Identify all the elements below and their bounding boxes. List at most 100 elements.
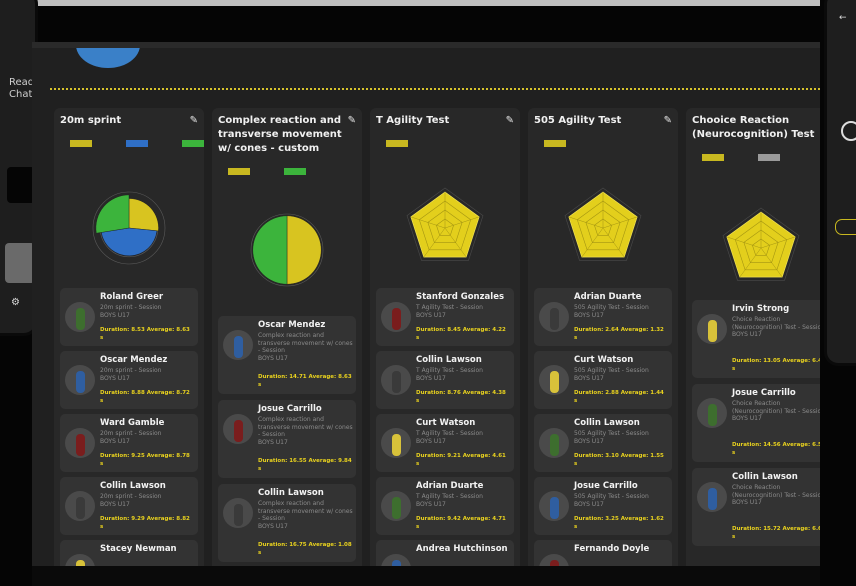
athlete-card[interactable]: Curt Watson T Agility Test - Session BOYS …	[376, 414, 514, 472]
unit-label: s	[574, 524, 578, 530]
athlete-name: Oscar Mendez	[100, 355, 168, 365]
chart-legend	[536, 140, 676, 150]
edit-icon[interactable]: ✎	[190, 115, 198, 126]
team-name: BOYS U17	[732, 331, 762, 338]
session-label: 20m sprint - Session BOYS U17	[100, 367, 196, 382]
athlete-card[interactable]: Stacey Newman	[60, 540, 198, 566]
duration-average: Duration: 15.72 Average: 6.68	[732, 526, 820, 532]
athlete-figure	[76, 497, 85, 519]
athlete-card[interactable]: Collin Lawson Complex reaction and transv…	[218, 484, 356, 562]
session-label: Complex reaction and transverse movement…	[258, 416, 354, 446]
athlete-card[interactable]: Collin Lawson T Agility Test - Session BOY…	[376, 351, 514, 409]
athlete-card[interactable]: Adrian Duarte 505 Agility Test - Session B…	[534, 288, 672, 346]
athlete-card[interactable]: Oscar Mendez 20m sprint - Session BOYS U17…	[60, 351, 198, 409]
athlete-photo	[381, 365, 411, 395]
athlete-card[interactable]: Andrea Hutchinson	[376, 540, 514, 566]
athlete-figure	[392, 497, 401, 519]
session-name: 20m sprint - Session	[100, 493, 162, 500]
chart-legend	[694, 154, 820, 164]
legend-swatch	[228, 168, 250, 175]
team-name: BOYS U17	[416, 311, 446, 319]
athlete-card[interactable]: Adrian Duarte T Agility Test - Session BOY…	[376, 477, 514, 535]
radar-area-green	[252, 215, 288, 285]
athlete-photo	[65, 302, 95, 332]
athlete-name: Collin Lawson	[416, 355, 482, 365]
edit-icon[interactable]: ✎	[348, 115, 356, 126]
session-label: 20m sprint - Session BOYS U17	[100, 304, 196, 319]
team-name: BOYS U17	[100, 437, 130, 445]
session-label: Choice Reaction (Neurocognition) Test - …	[732, 316, 820, 339]
session-name: Choice Reaction (Neurocognition) Test - …	[732, 316, 820, 331]
team-name: BOYS U17	[416, 500, 446, 508]
athlete-photo	[697, 314, 727, 344]
edit-icon[interactable]: ✎	[664, 115, 672, 126]
athlete-figure	[708, 320, 717, 342]
athlete-card[interactable]: Oscar Mendez Complex reaction and transve…	[218, 316, 356, 394]
athlete-card[interactable]: Stanford Gonzales T Agility Test - Sessio…	[376, 288, 514, 346]
athlete-card[interactable]: Collin Lawson 20m sprint - Session BOYS U1…	[60, 477, 198, 535]
duration-average: Duration: 3.25 Average: 1.62	[574, 516, 664, 522]
duration-average: Duration: 2.64 Average: 1.32	[574, 327, 664, 333]
athlete-photo	[539, 302, 569, 332]
session-name: T Agility Test - Session	[416, 493, 483, 500]
team-name: BOYS U17	[100, 374, 130, 382]
session-name: 20m sprint - Session	[100, 304, 162, 311]
session-label	[416, 556, 512, 564]
athlete-photo	[223, 414, 253, 444]
athlete-name: Stanford Gonzales	[416, 292, 505, 302]
duration-average: Duration: 8.45 Average: 4.22	[416, 327, 506, 333]
left-phone-text-1: Read	[9, 77, 35, 88]
unit-label: s	[100, 524, 104, 530]
athlete-figure	[392, 371, 401, 393]
athlete-figure	[550, 434, 559, 456]
athlete-card[interactable]: Josue Carrillo 505 Agility Test - Session…	[534, 477, 672, 535]
edit-icon[interactable]: ✎	[506, 115, 514, 126]
back-arrow-icon[interactable]: ←	[839, 13, 847, 23]
bottom-bezel	[32, 566, 820, 586]
session-label: 20m sprint - Session BOYS U17	[100, 493, 196, 508]
athlete-name: Roland Greer	[100, 292, 164, 302]
session-label: Choice Reaction (Neurocognition) Test - …	[732, 400, 820, 423]
column-title: Complex reaction and transverse movement…	[218, 115, 342, 154]
duration-average: Duration: 16.55 Average: 9.84	[258, 458, 352, 464]
yellow-pill-button[interactable]	[835, 219, 856, 235]
athlete-card[interactable]: Collin Lawson Choice Reaction (Neurocogni…	[692, 468, 820, 546]
gear-icon[interactable]: ⚙	[11, 297, 20, 308]
legend-swatch	[758, 154, 780, 161]
session-label: 505 Agility Test - Session BOYS U17	[574, 304, 670, 319]
athlete-photo	[539, 365, 569, 395]
athlete-card[interactable]: Josue Carrillo Choice Reaction (Neurocogn…	[692, 384, 820, 462]
radar-chart	[250, 213, 324, 287]
right-phone-preview: ←	[824, 0, 856, 366]
athlete-card[interactable]: Fernando Doyle	[534, 540, 672, 566]
legend-swatch	[386, 140, 408, 147]
athlete-name: Irvin Strong	[732, 304, 790, 314]
athlete-photo	[65, 365, 95, 395]
team-name: BOYS U17	[574, 500, 604, 508]
athlete-figure	[550, 497, 559, 519]
dotted-divider	[50, 88, 820, 90]
duration-average: Duration: 14.71 Average: 8.63	[258, 374, 352, 380]
team-name: BOYS U17	[732, 499, 762, 506]
athlete-card[interactable]: Ward Gamble 20m sprint - Session BOYS U17 D…	[60, 414, 198, 472]
chart-legend	[220, 168, 360, 178]
session-name: T Agility Test - Session	[416, 304, 483, 311]
athlete-figure	[392, 308, 401, 330]
athlete-photo	[65, 554, 95, 566]
athlete-photo	[539, 554, 569, 566]
radar-area-yellow	[286, 215, 322, 285]
profile-icon	[841, 121, 856, 141]
unit-label: s	[100, 461, 104, 467]
athlete-card[interactable]: Roland Greer 20m sprint - Session BOYS U17…	[60, 288, 198, 346]
athlete-card[interactable]: Josue Carrillo Complex reaction and trans…	[218, 400, 356, 478]
unit-label: s	[416, 335, 420, 341]
athlete-card[interactable]: Irvin Strong Choice Reaction (Neurocognit…	[692, 300, 820, 378]
team-name: BOYS U17	[574, 311, 604, 319]
athlete-card[interactable]: Curt Watson 505 Agility Test - Session BOY…	[534, 351, 672, 409]
legend-swatch	[702, 154, 724, 161]
unit-label: s	[416, 461, 420, 467]
radar-chart	[722, 207, 800, 281]
session-name: Choice Reaction (Neurocognition) Test - …	[732, 484, 820, 499]
unit-label: s	[732, 450, 736, 456]
athlete-card[interactable]: Collin Lawson 505 Agility Test - Session B…	[534, 414, 672, 472]
